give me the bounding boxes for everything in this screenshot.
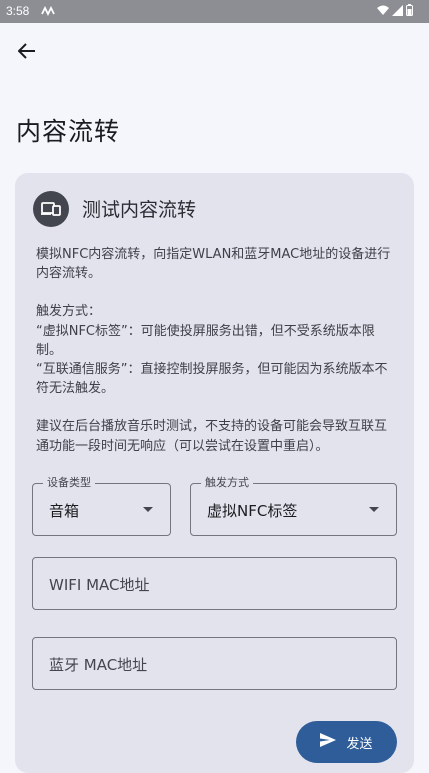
- status-time: 3:58: [6, 4, 30, 18]
- page-title: 内容流转: [16, 117, 121, 146]
- card-title: 测试内容流转: [82, 199, 197, 221]
- battery-icon: [406, 4, 413, 19]
- description-paragraph: 建议在后台播放音乐时测试，不支持的设备可能会导致互联互通功能一段时间无响应（可以…: [36, 419, 388, 454]
- device-type-select[interactable]: 设备类型 音箱: [32, 476, 171, 536]
- bluetooth-mac-input[interactable]: 蓝牙 MAC地址: [32, 637, 397, 690]
- wifi-icon: [377, 5, 389, 19]
- status-icons: [377, 4, 413, 19]
- send-button[interactable]: 发送: [296, 721, 397, 763]
- trigger-mode-label: 触发方式: [201, 476, 253, 490]
- waveform-icon: [41, 5, 55, 19]
- description-paragraph: 触发方式： “虚拟NFC标签”：可能使投屏服务出错，但不受系统版本限制。 “互联…: [36, 304, 388, 397]
- wifi-mac-placeholder: WIFI MAC地址: [49, 576, 150, 594]
- devices-icon: [33, 191, 69, 227]
- dropdown-arrow-icon: [369, 507, 379, 512]
- arrow-back-icon: [17, 42, 36, 64]
- wifi-mac-input[interactable]: WIFI MAC地址: [32, 557, 397, 610]
- bluetooth-mac-placeholder: 蓝牙 MAC地址: [49, 656, 148, 674]
- send-label: 发送: [346, 736, 373, 752]
- status-bar: 3:58: [0, 0, 429, 23]
- device-type-label: 设备类型: [43, 476, 95, 490]
- signal-icon: [392, 4, 403, 19]
- trigger-mode-value: 虚拟NFC标签: [207, 502, 298, 520]
- description-paragraph: 模拟NFC内容流转，向指定WLAN和蓝牙MAC地址的设备进行内容流转。: [36, 247, 391, 282]
- send-icon: [320, 733, 337, 751]
- dropdown-arrow-icon: [143, 507, 153, 512]
- device-type-value: 音箱: [49, 502, 80, 520]
- back-button[interactable]: [12, 38, 42, 68]
- trigger-mode-select[interactable]: 触发方式 虚拟NFC标签: [190, 476, 397, 536]
- description: 模拟NFC内容流转，向指定WLAN和蓝牙MAC地址的设备进行内容流转。 触发方式…: [36, 245, 396, 456]
